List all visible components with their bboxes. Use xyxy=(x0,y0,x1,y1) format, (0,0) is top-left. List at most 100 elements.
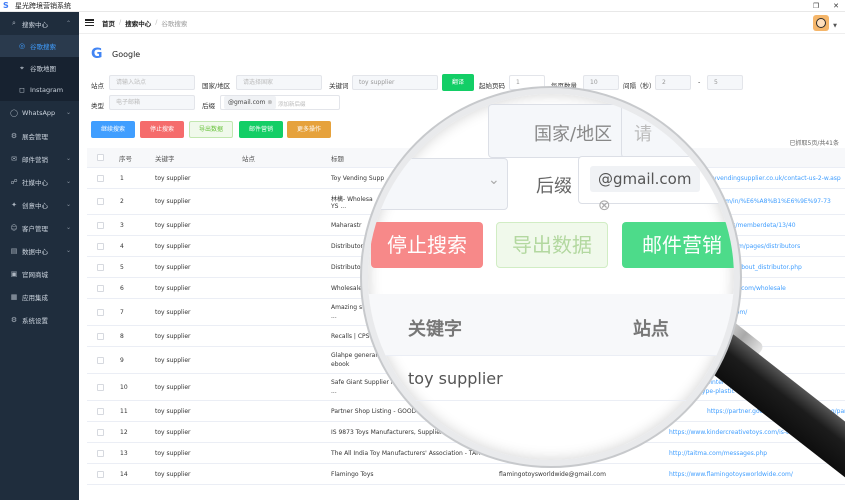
sidebar-item-creative[interactable]: ✦ 创意中心 ⌄ xyxy=(0,193,79,216)
keyword-input[interactable]: toy supplier xyxy=(352,75,438,90)
row-checkbox[interactable] xyxy=(97,308,104,316)
table-row[interactable]: 13 toy supplier The All India Toy Manufact… xyxy=(87,443,845,464)
row-email: kindercreative@gmail.com xyxy=(499,428,580,436)
continue-search-button[interactable]: 继续搜索 xyxy=(91,121,135,138)
col-header-no: 序号 xyxy=(119,154,132,163)
col-header-title: 标题 xyxy=(331,154,344,163)
country-select[interactable]: 请选择国家 xyxy=(236,75,322,90)
row-url[interactable]: https://www.flamingotoysworldwide.com/ xyxy=(669,471,793,478)
table-row[interactable]: 9 toy supplier Glahpe general supplie ebook… xyxy=(87,347,845,374)
idea-icon: ✦ xyxy=(11,200,17,209)
row-checkbox[interactable] xyxy=(97,174,104,182)
avatar[interactable] xyxy=(813,15,829,31)
row-url[interactable]: https://www.pinterest.com/pin/safe-gi xyxy=(669,379,782,386)
sidebar-item-google-maps[interactable]: ⌖ 谷歌地图 xyxy=(0,57,79,79)
restore-window-icon[interactable]: ❐ xyxy=(813,2,819,10)
sidebar-item-social[interactable]: ☍ 社媒中心 ⌄ xyxy=(0,170,79,193)
row-url[interactable]: ockerstoys.com/wholesale xyxy=(707,285,786,292)
sidebar-item-data[interactable]: ▤ 数据中心 ⌄ xyxy=(0,239,79,262)
interval-dash: - xyxy=(698,78,701,86)
table-row[interactable]: 1 toy supplier Toy Vending Supp toyvendings… xyxy=(87,168,845,189)
sidebar-item-settings[interactable]: ⚙ 系统设置 xyxy=(0,308,79,331)
per-page-select[interactable]: 10 xyxy=(583,75,619,90)
row-url[interactable]: 08720500172527 xyxy=(707,357,760,364)
table-row[interactable]: 14 toy supplier Flamingo Toys flamingotoysw… xyxy=(87,464,845,485)
row-checkbox[interactable] xyxy=(97,383,104,391)
row-title-2: ... xyxy=(331,388,337,395)
translate-button[interactable]: 翻译 xyxy=(442,74,474,91)
sidebar-item-expo[interactable]: ⚙ 展会管理 xyxy=(0,124,79,147)
table-row[interactable]: 11 toy supplier Partner Shop Listing - GOO… xyxy=(87,401,845,422)
row-checkbox[interactable] xyxy=(97,428,104,436)
site-input[interactable]: 请输入站点 xyxy=(109,75,195,90)
stop-search-button[interactable]: 停止搜索 xyxy=(140,121,184,138)
interval-to-select[interactable]: 5 xyxy=(707,75,743,90)
sidebar-item-label: 邮件营销 xyxy=(22,155,48,164)
suffix-label: 后缀 xyxy=(202,102,215,110)
breadcrumb-home[interactable]: 首页 xyxy=(102,18,115,28)
table-row[interactable]: 7 toy supplier Amazing scie... ncetoys.com/ xyxy=(87,299,845,326)
interval-from-select[interactable]: 2 xyxy=(655,75,691,90)
sidebar-item-customers[interactable]: ☺ 客户管理 ⌄ xyxy=(0,216,79,239)
row-checkbox[interactable] xyxy=(97,284,104,292)
crawl-stats: 已抓取5页/共41条 xyxy=(789,140,839,147)
store-icon: ▣ xyxy=(10,269,18,278)
table-row[interactable]: 8 toy supplier Recalls | CPSC.go xyxy=(87,326,845,347)
sidebar-item-google-search[interactable]: ◎ 谷歌搜索 xyxy=(0,35,79,57)
export-data-button[interactable]: 导出数据 xyxy=(189,121,233,138)
type-select[interactable]: 电子邮箱 xyxy=(109,95,195,110)
start-page-input[interactable]: 1 xyxy=(509,75,545,90)
row-url[interactable]: com/html/about_distributor.php xyxy=(707,264,802,271)
sidebar-item-store[interactable]: ▣ 官网商城 xyxy=(0,262,79,285)
sidebar-item-apps[interactable]: ▦ 应用集成 xyxy=(0,285,79,308)
top-header: 首页 / 搜索中心 / 谷歌搜索 ▼ xyxy=(79,12,845,34)
menu-toggle-icon[interactable] xyxy=(85,19,94,26)
table-row[interactable]: 10 toy supplier Safe Giant Supplier indoor… xyxy=(87,374,845,401)
row-url[interactable]: https://www.kindercreativetoys.com/is-to… xyxy=(669,429,814,436)
close-window-icon[interactable]: ✕ xyxy=(833,2,839,10)
row-number: 2 xyxy=(120,198,124,205)
chevron-down-icon: ⌄ xyxy=(65,109,71,116)
row-number: 9 xyxy=(120,356,124,364)
row-checkbox[interactable] xyxy=(97,407,104,415)
sidebar-item-email-marketing[interactable]: ✉ 邮件营销 ⌄ xyxy=(0,147,79,170)
row-checkbox[interactable] xyxy=(97,356,104,364)
row-url-2[interactable]: ayground-type-plastic-slides-for-brazil- xyxy=(669,388,785,395)
sidebar-item-label: 谷歌搜索 xyxy=(30,43,56,51)
row-url[interactable]: toyvendingsupplier.co.uk/contact-us-2-w.… xyxy=(707,175,841,182)
caret-down-icon[interactable]: ▼ xyxy=(833,23,837,29)
table-row[interactable]: 4 toy supplier Distributor eaftoys.com/page… xyxy=(87,236,845,257)
table-row[interactable]: 2 toy supplier 林檎- Wholesa YS ... din.com/in… xyxy=(87,189,845,215)
new-suffix-placeholder: 添加新后缀 xyxy=(278,102,306,108)
sidebar-item-whatsapp[interactable]: ◯ WhatsApp ⌄ xyxy=(0,101,79,124)
breadcrumb-section[interactable]: 搜索中心 xyxy=(125,18,151,28)
select-all-checkbox[interactable] xyxy=(97,154,104,161)
row-checkbox[interactable] xyxy=(97,198,104,205)
table-row[interactable]: 3 toy supplier Maharastr members/memberdeta… xyxy=(87,215,845,236)
table-row[interactable]: 6 toy supplier Wholesale ockerstoys.com/who… xyxy=(87,278,845,299)
row-keyword: toy supplier xyxy=(155,428,191,436)
settings-icon: ⚙ xyxy=(10,315,18,324)
row-url[interactable]: ncetoys.com/ xyxy=(707,309,747,316)
sidebar-item-search-center[interactable]: ⌕ 搜索中心 ⌃ xyxy=(0,12,79,35)
interval-label: 间隔（秒） xyxy=(623,82,656,90)
table-row[interactable]: 5 toy supplier Distributor com/html/about_d… xyxy=(87,257,845,278)
sidebar-item-instagram[interactable]: ◻ Instagram xyxy=(0,79,79,101)
row-checkbox[interactable] xyxy=(97,332,104,340)
row-checkbox[interactable] xyxy=(97,470,104,478)
row-checkbox[interactable] xyxy=(97,263,104,271)
suffix-tag[interactable]: @gmail.com ⊗ xyxy=(224,96,277,109)
email-marketing-button[interactable]: 邮件营销 xyxy=(239,121,283,138)
row-url[interactable]: din.com/in/%E6%A8%B1%E6%9E%97-73 xyxy=(707,198,831,205)
table-row[interactable]: 12 toy supplier IS 9873 Toys Manufacturers… xyxy=(87,422,845,443)
row-checkbox[interactable] xyxy=(97,242,104,250)
row-email: technosoft@gmail.com xyxy=(499,449,569,457)
row-url[interactable]: eaftoys.com/pages/distributors xyxy=(707,243,800,250)
row-url[interactable]: members/memberdeta/13/40 xyxy=(707,222,796,229)
row-checkbox[interactable] xyxy=(97,221,104,229)
more-actions-button[interactable]: 更多操作 xyxy=(287,121,331,138)
row-url[interactable]: https://partner.goodsmile.info/support/e… xyxy=(707,408,845,415)
row-url[interactable]: http://taitma.com/messages.php xyxy=(669,450,767,457)
row-checkbox[interactable] xyxy=(97,449,104,457)
col-header-keyword: 关键字 xyxy=(155,154,175,163)
